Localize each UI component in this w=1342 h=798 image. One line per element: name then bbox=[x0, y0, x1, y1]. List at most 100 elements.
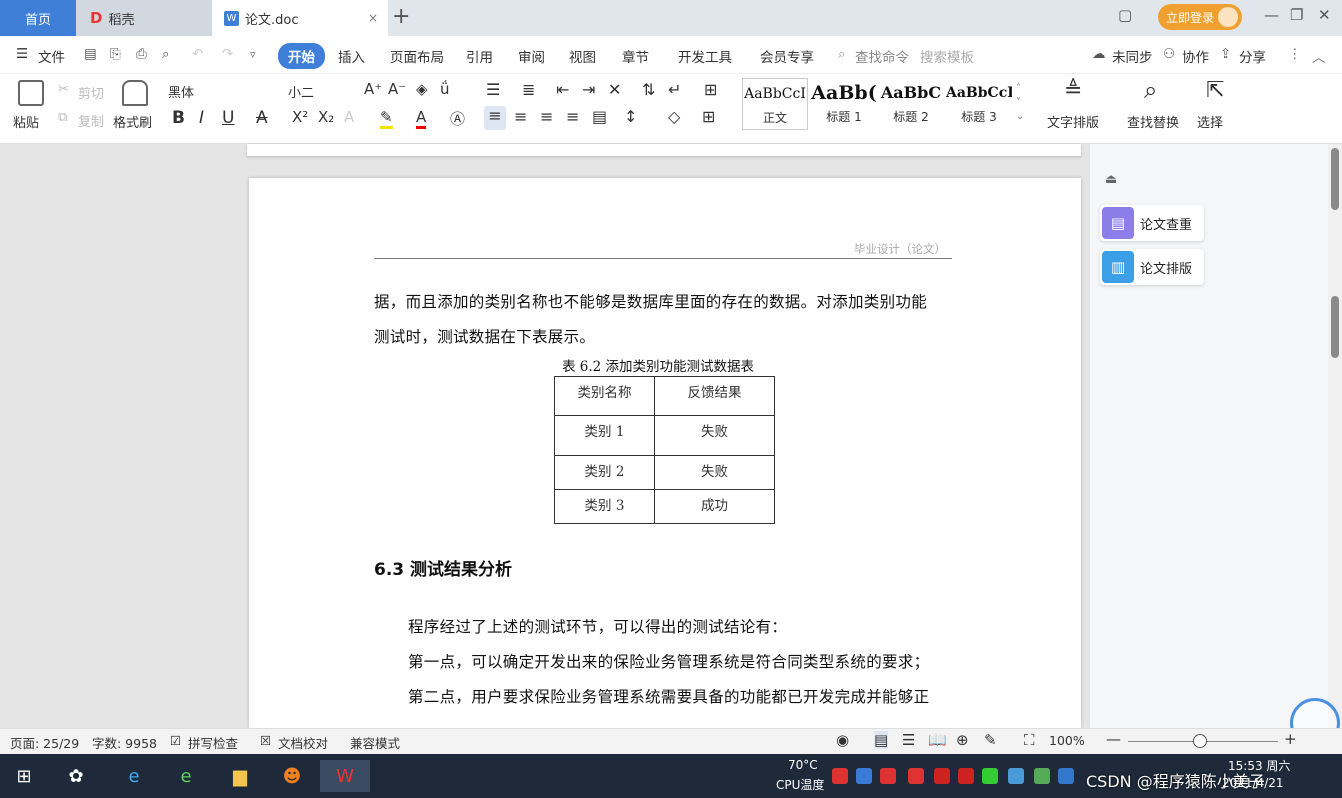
page-view-icon[interactable]: ▤ bbox=[874, 731, 889, 749]
style-heading-2[interactable]: AaBbC 标题 2 bbox=[878, 78, 944, 130]
phonetic-icon[interactable]: ǘ bbox=[440, 80, 450, 98]
select-cursor-icon[interactable]: ⇱ bbox=[1206, 78, 1224, 103]
eye-protect-icon[interactable]: ◉ bbox=[836, 731, 849, 749]
tab-stops-icon[interactable]: ⊞ bbox=[704, 80, 717, 99]
layout-icon[interactable]: ▢ bbox=[1118, 6, 1132, 24]
underline-icon[interactable]: U bbox=[222, 108, 234, 128]
font-size-select[interactable]: 小二 bbox=[288, 82, 314, 101]
redo-icon[interactable]: ↷ bbox=[222, 46, 233, 62]
highlight-icon[interactable]: ✎ bbox=[380, 108, 393, 129]
find-replace-button[interactable]: 查找替换 bbox=[1127, 112, 1179, 131]
menu-insert[interactable]: 插入 bbox=[338, 46, 365, 66]
subscript-icon[interactable]: X₂ bbox=[318, 108, 334, 126]
tray-app-icon[interactable] bbox=[832, 768, 848, 784]
menu-file[interactable]: 文件 bbox=[38, 46, 65, 66]
menu-start[interactable]: 开始 bbox=[278, 43, 325, 69]
undo-icon[interactable]: ↶ bbox=[192, 46, 203, 62]
zoom-out-icon[interactable]: — bbox=[1106, 730, 1121, 748]
zoom-level[interactable]: 100% bbox=[1049, 733, 1085, 748]
restore-icon[interactable]: ❐ bbox=[1290, 6, 1303, 24]
collapse-panel-icon[interactable]: ⏏ bbox=[1105, 172, 1117, 187]
test-data-table[interactable]: 类别名称 反馈结果 类别 1 失败 类别 2 失败 类别 3 成功 bbox=[554, 376, 775, 524]
sort-icon[interactable]: ⇅ bbox=[642, 80, 655, 99]
line-spacing-icon[interactable]: ↕ bbox=[624, 107, 637, 126]
app-pinwheel-icon[interactable]: ✿ bbox=[56, 760, 96, 792]
increase-indent-icon[interactable]: ⇥ bbox=[582, 80, 595, 99]
menu-developer[interactable]: 开发工具 bbox=[678, 46, 732, 66]
paper-check-button[interactable]: ▤ 论文查重 bbox=[1100, 205, 1204, 241]
align-right-icon[interactable]: ≡ bbox=[540, 107, 553, 126]
paste-button[interactable]: 粘贴 bbox=[13, 112, 39, 131]
copy-button[interactable]: 复制 bbox=[78, 111, 104, 130]
tray-app-icon[interactable] bbox=[856, 768, 872, 784]
write-mode-icon[interactable]: ✎ bbox=[984, 731, 997, 749]
chinese-layout-icon[interactable]: ✕ bbox=[608, 80, 621, 99]
format-painter-icon[interactable] bbox=[122, 80, 148, 106]
vertical-scrollbar[interactable] bbox=[1328, 144, 1342, 728]
close-window-icon[interactable]: ✕ bbox=[1318, 6, 1331, 24]
bluetooth-icon[interactable] bbox=[1058, 768, 1074, 784]
outline-view-icon[interactable]: ☰ bbox=[902, 731, 915, 749]
ie-browser-icon[interactable]: e bbox=[114, 760, 154, 792]
select-button[interactable]: 选择 bbox=[1197, 112, 1223, 131]
command-search-input[interactable]: 查找命令 bbox=[855, 46, 909, 66]
grow-font-icon[interactable]: A⁺ bbox=[364, 80, 382, 98]
tray-app-icon[interactable] bbox=[1008, 768, 1024, 784]
paper-format-button[interactable]: ▥ 论文排版 bbox=[1100, 249, 1204, 285]
print-icon[interactable]: ⎙ bbox=[136, 46, 147, 62]
tab-close-icon[interactable]: × bbox=[368, 11, 378, 25]
strikethrough-icon[interactable]: A bbox=[256, 108, 268, 128]
text-effect-icon[interactable]: A bbox=[344, 108, 354, 126]
fit-page-icon[interactable]: ⛶ bbox=[1024, 731, 1035, 749]
spell-check-button[interactable]: 拼写检查 bbox=[188, 733, 238, 752]
save-icon[interactable]: ▤ bbox=[84, 46, 97, 62]
menu-review[interactable]: 审阅 bbox=[518, 46, 545, 66]
tab-home[interactable]: 首页 bbox=[0, 0, 76, 36]
menu-member[interactable]: 会员专享 bbox=[760, 46, 814, 66]
font-color-icon[interactable]: A bbox=[416, 108, 427, 129]
show-marks-icon[interactable]: ↵ bbox=[668, 80, 681, 99]
tray-app-icon[interactable] bbox=[880, 768, 896, 784]
proofread-button[interactable]: 文档校对 bbox=[278, 733, 328, 752]
new-tab-button[interactable]: + bbox=[392, 4, 410, 29]
wps-taskbar-icon[interactable]: W bbox=[320, 760, 370, 792]
tray-app-icon[interactable] bbox=[908, 768, 924, 784]
decrease-indent-icon[interactable]: ⇤ bbox=[556, 80, 569, 99]
360-browser-icon[interactable]: e bbox=[166, 760, 206, 792]
tray-app-icon[interactable] bbox=[1034, 768, 1050, 784]
tab-docer[interactable]: D 稻壳 bbox=[76, 0, 212, 36]
app-face-icon[interactable]: ☻ bbox=[272, 760, 312, 792]
distribute-icon[interactable]: ▤ bbox=[592, 107, 607, 126]
style-normal[interactable]: AaBbCcI 正文 bbox=[742, 78, 808, 130]
login-button[interactable]: 立即登录 bbox=[1158, 4, 1242, 30]
text-layout-icon[interactable]: ≜ bbox=[1064, 78, 1082, 103]
align-left-icon[interactable]: ≡ bbox=[484, 106, 506, 130]
style-heading-3[interactable]: AaBbCcI 标题 3 bbox=[946, 78, 1012, 130]
tray-app-icon[interactable] bbox=[982, 768, 998, 784]
share-doc-icon[interactable]: ⎘ bbox=[110, 46, 121, 62]
justify-icon[interactable]: ≡ bbox=[566, 107, 579, 126]
zoom-slider-handle[interactable] bbox=[1193, 734, 1207, 748]
text-layout-button[interactable]: 文字排版 bbox=[1047, 112, 1099, 131]
font-name-select[interactable]: 黑体 bbox=[168, 82, 348, 101]
align-center-icon[interactable]: ≡ bbox=[514, 107, 527, 126]
superscript-icon[interactable]: X² bbox=[292, 108, 308, 126]
share-button[interactable]: 分享 bbox=[1239, 46, 1266, 66]
reading-view-icon[interactable]: 📖 bbox=[928, 731, 947, 749]
collapse-ribbon-icon[interactable]: ︿ bbox=[1312, 46, 1326, 66]
tray-app-icon[interactable] bbox=[958, 768, 974, 784]
hamburger-icon[interactable]: ☰ bbox=[16, 46, 28, 62]
windows-start-icon[interactable]: ⊞ bbox=[4, 760, 44, 792]
web-view-icon[interactable]: ⊕ bbox=[956, 731, 969, 749]
cut-icon[interactable]: ✂ bbox=[58, 82, 69, 97]
scroll-thumb-top[interactable] bbox=[1331, 148, 1339, 210]
page-count[interactable]: 页面: 25/29 bbox=[10, 733, 79, 752]
copy-icon[interactable]: ⧉ bbox=[58, 110, 67, 125]
format-painter-button[interactable]: 格式刷 bbox=[113, 112, 152, 131]
menu-chapter[interactable]: 章节 bbox=[622, 46, 649, 66]
bold-icon[interactable]: B bbox=[172, 108, 185, 128]
borders-icon[interactable]: ⊞ bbox=[702, 107, 715, 126]
tab-document[interactable]: W 论文.doc × bbox=[212, 0, 388, 36]
numbered-list-icon[interactable]: ≣ bbox=[522, 80, 535, 99]
italic-icon[interactable]: I bbox=[199, 108, 204, 128]
